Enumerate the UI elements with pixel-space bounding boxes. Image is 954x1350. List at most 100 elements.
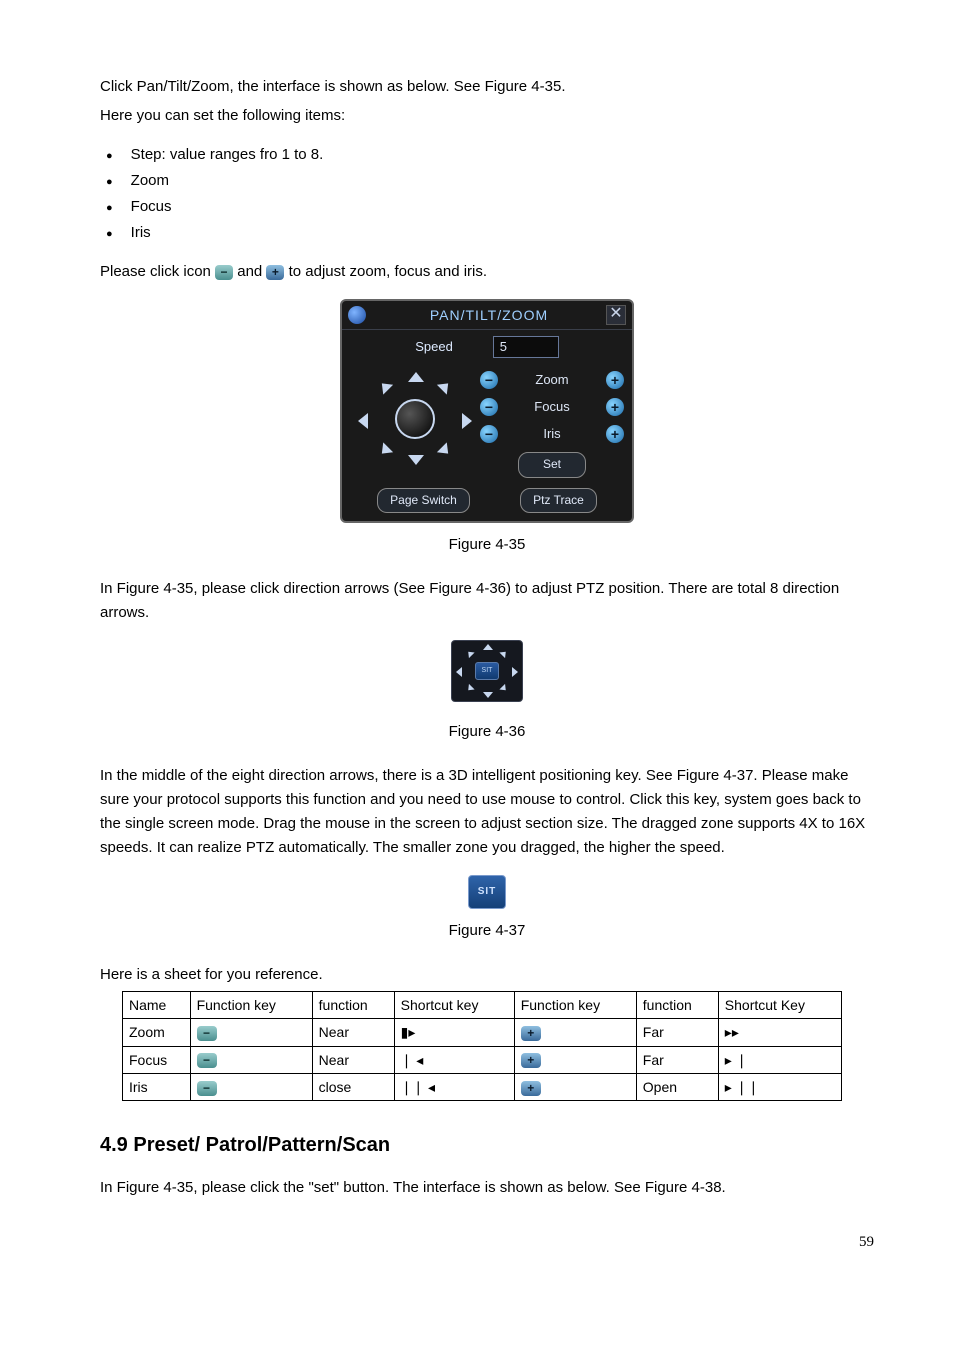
bullet-icon: ● (106, 226, 113, 244)
bullet-text: Focus (131, 195, 172, 219)
list-item: ●Step: value ranges fro 1 to 8. (100, 143, 874, 167)
arrow-down-icon[interactable] (408, 455, 424, 465)
cell-function: Near (312, 1019, 394, 1046)
cell-function: Near (312, 1046, 394, 1073)
figure-caption: Figure 4-36 (100, 720, 874, 744)
focus-minus-button[interactable]: − (480, 398, 498, 416)
ptz-panel: PAN/TILT/ZOOM ✕ Speed 5 − Zoom (340, 299, 634, 523)
ptz-trace-button[interactable]: Ptz Trace (520, 488, 597, 513)
th-shortcut-key: Shortcut Key (718, 991, 841, 1018)
paragraph: Here is a sheet for you reference. (100, 963, 874, 987)
cell-function: Open (636, 1073, 718, 1100)
list-item: ● Iris (100, 221, 874, 245)
speed-input[interactable]: 5 (493, 336, 559, 358)
ptz-title: PAN/TILT/ZOOM (372, 304, 606, 326)
bullet-text: Iris (131, 221, 151, 245)
iris-plus-button[interactable]: + (606, 425, 624, 443)
figure-caption: Figure 4-35 (100, 533, 874, 557)
cell-function: Far (636, 1046, 718, 1073)
arrow-downleft-icon[interactable] (377, 442, 393, 458)
arrow-left-icon[interactable] (358, 413, 368, 429)
cell-icon: − (190, 1073, 312, 1100)
paragraph: Here you can set the following items: (100, 104, 874, 128)
text: Please click icon (100, 263, 215, 280)
zoom-label: Zoom (498, 370, 606, 391)
direction-pad-thumbnail: SIT (451, 640, 523, 702)
arrow-up-icon (483, 644, 493, 650)
cell-name: Zoom (123, 1019, 191, 1046)
plus-icon: + (521, 1081, 541, 1096)
cell-icon: + (514, 1019, 636, 1046)
arrow-downright-icon (499, 684, 508, 693)
iris-minus-button[interactable]: − (480, 425, 498, 443)
cell-shortcut: ▸ ❘❘ (718, 1073, 841, 1100)
arrow-up-icon[interactable] (408, 372, 424, 382)
paragraph: Click Pan/Tilt/Zoom, the interface is sh… (100, 75, 874, 99)
sit-key: SIT (468, 875, 506, 909)
arrow-downright-icon[interactable] (437, 442, 453, 458)
minus-icon: − (197, 1053, 217, 1068)
cell-shortcut: ▸▸ (718, 1019, 841, 1046)
bullet-text: Step: value ranges fro 1 to 8. (131, 143, 324, 167)
minus-icon: − (197, 1081, 217, 1096)
reference-table: Name Function key function Shortcut key … (122, 991, 842, 1102)
paragraph: Please click icon − and + to adjust zoom… (100, 260, 874, 284)
table-row: Iris − close ❘❘ ◂ + Open ▸ ❘❘ (123, 1073, 842, 1100)
direction-pad (350, 366, 480, 471)
plus-icon: + (521, 1053, 541, 1068)
cell-shortcut: ▮▸ (394, 1019, 514, 1046)
cell-icon: + (514, 1073, 636, 1100)
dpad-center-button[interactable] (395, 399, 435, 439)
figure-caption: Figure 4-37 (100, 919, 874, 943)
cell-shortcut: ❘❘ ◂ (394, 1073, 514, 1100)
th-function: function (636, 991, 718, 1018)
text: and (237, 263, 266, 280)
plus-icon: + (521, 1026, 541, 1041)
zoom-minus-button[interactable]: − (480, 371, 498, 389)
cell-function: Far (636, 1019, 718, 1046)
focus-plus-button[interactable]: + (606, 398, 624, 416)
arrow-right-icon (512, 667, 518, 677)
section-heading: 4.9 Preset/ Patrol/Pattern/Scan (100, 1129, 874, 1161)
arrow-down-icon (483, 692, 493, 698)
paragraph: In the middle of the eight direction arr… (100, 764, 874, 860)
cell-icon: − (190, 1046, 312, 1073)
bullet-icon: ● (106, 200, 113, 218)
arrow-left-icon (456, 667, 462, 677)
ptz-logo-icon (348, 306, 366, 324)
th-function-key: Function key (190, 991, 312, 1018)
close-icon[interactable]: ✕ (606, 305, 626, 325)
arrow-right-icon[interactable] (462, 413, 472, 429)
cell-name: Focus (123, 1046, 191, 1073)
bullet-icon: ● (106, 174, 113, 192)
arrow-upright-icon (499, 649, 508, 658)
bullet-list: ●Step: value ranges fro 1 to 8. ●Zoom ●F… (100, 143, 874, 245)
arrow-upleft-icon[interactable] (377, 378, 393, 394)
th-function: function (312, 991, 394, 1018)
page-switch-button[interactable]: Page Switch (377, 488, 470, 513)
paragraph: In Figure 4-35, please click direction a… (100, 577, 874, 625)
set-button[interactable]: Set (518, 452, 586, 477)
table-row: Zoom − Near ▮▸ + Far ▸▸ (123, 1019, 842, 1046)
iris-label: Iris (498, 424, 606, 445)
page-number: 59 (100, 1230, 874, 1254)
minus-icon: − (215, 265, 233, 279)
zoom-plus-button[interactable]: + (606, 371, 624, 389)
bullet-text: Zoom (131, 169, 169, 193)
table-header-row: Name Function key function Shortcut key … (123, 991, 842, 1018)
cell-function: close (312, 1073, 394, 1100)
th-function-key: Function key (514, 991, 636, 1018)
minus-icon: − (197, 1026, 217, 1041)
text: to adjust zoom, focus and iris. (289, 263, 487, 280)
cell-shortcut: ▸ ❘ (718, 1046, 841, 1073)
cell-name: Iris (123, 1073, 191, 1100)
table-row: Focus − Near ❘ ◂ + Far ▸ ❘ (123, 1046, 842, 1073)
arrow-upleft-icon (465, 649, 474, 658)
focus-label: Focus (498, 397, 606, 418)
th-shortcut-key: Shortcut key (394, 991, 514, 1018)
cell-shortcut: ❘ ◂ (394, 1046, 514, 1073)
cell-icon: + (514, 1046, 636, 1073)
th-name: Name (123, 991, 191, 1018)
list-item: ● Zoom (100, 169, 874, 193)
arrow-upright-icon[interactable] (437, 378, 453, 394)
